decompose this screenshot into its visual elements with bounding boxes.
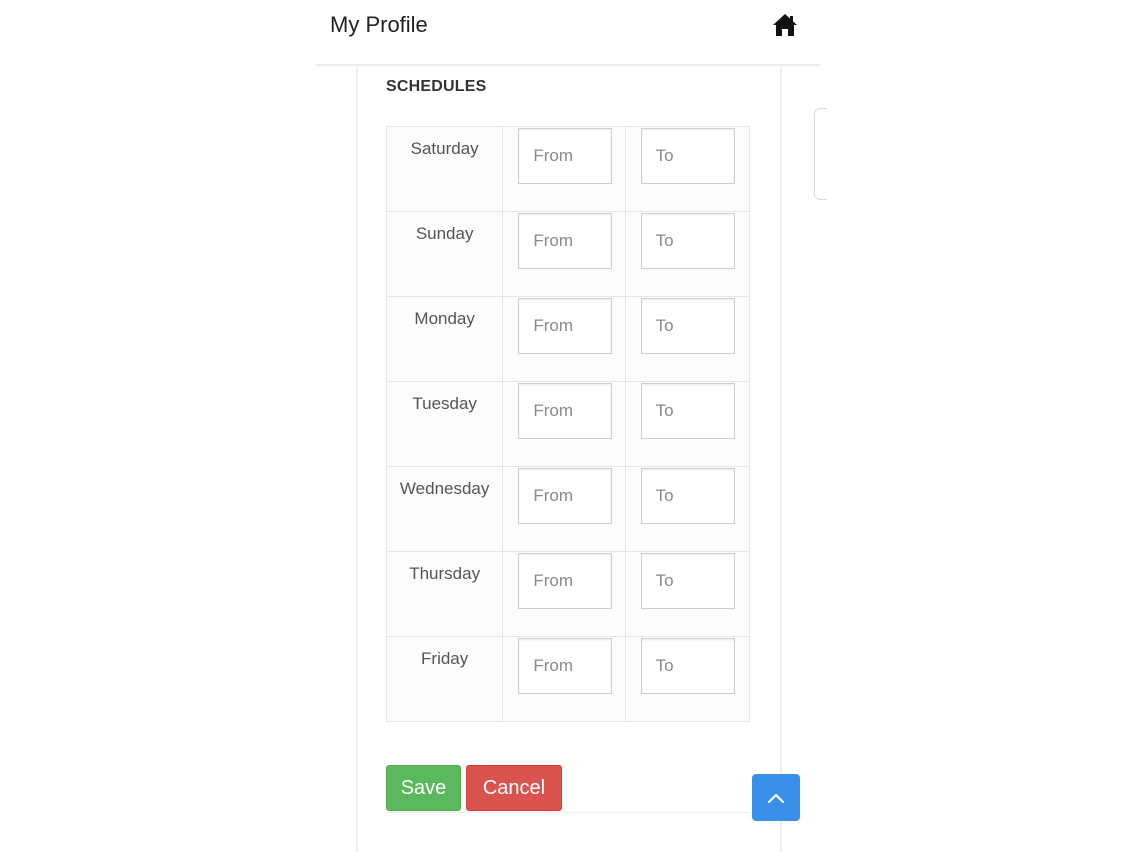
save-button[interactable]: Save [386, 765, 461, 811]
from-cell [502, 466, 626, 552]
schedule-row: Sunday [385, 211, 751, 297]
from-input[interactable] [518, 638, 613, 694]
schedule-row: Tuesday [385, 381, 751, 467]
from-cell [502, 211, 626, 297]
to-input[interactable] [640, 128, 735, 184]
home-icon[interactable] [772, 13, 798, 37]
section-title: SCHEDULES [386, 78, 487, 95]
day-label: Saturday [410, 139, 479, 158]
to-cell [624, 636, 751, 722]
cancel-button[interactable]: Cancel [466, 765, 562, 811]
schedule-row: Wednesday [385, 466, 751, 552]
schedule-row: Thursday [385, 551, 751, 637]
day-cell: Sunday [385, 211, 504, 297]
from-input[interactable] [518, 128, 613, 184]
to-cell [624, 211, 751, 297]
from-cell [502, 126, 626, 212]
day-label: Wednesday [399, 479, 490, 498]
to-cell [624, 551, 751, 637]
schedule-body: Saturday Sunday Monday Tuesday Wednesday [385, 126, 751, 722]
day-cell: Tuesday [385, 381, 504, 467]
day-label: Friday [421, 649, 469, 668]
from-cell [502, 381, 626, 467]
from-input[interactable] [518, 468, 613, 524]
day-cell: Thursday [385, 551, 504, 637]
to-cell [624, 466, 751, 552]
from-cell [502, 551, 626, 637]
schedule-row: Saturday [385, 126, 751, 212]
schedule-table: Saturday Sunday Monday Tuesday Wednesday [385, 126, 751, 722]
from-input[interactable] [518, 383, 613, 439]
page-title: My Profile [330, 12, 428, 37]
chevron-up-icon [767, 793, 785, 803]
from-input[interactable] [518, 298, 613, 354]
to-input[interactable] [640, 298, 735, 354]
from-input[interactable] [518, 213, 613, 269]
to-input[interactable] [640, 213, 735, 269]
scroll-to-top-button[interactable] [752, 774, 800, 821]
to-input[interactable] [640, 468, 735, 524]
to-cell [624, 296, 751, 382]
day-cell: Friday [385, 636, 504, 722]
to-cell [624, 381, 751, 467]
day-label: Monday [414, 309, 475, 328]
side-card-edge [814, 108, 827, 200]
from-cell [502, 636, 626, 722]
day-cell: Saturday [385, 126, 504, 212]
to-cell [624, 126, 751, 212]
day-label: Sunday [415, 224, 474, 243]
to-input[interactable] [640, 383, 735, 439]
viewport: My Profile SCHEDULES Saturday Sunday [0, 0, 1136, 852]
from-input[interactable] [518, 553, 613, 609]
to-input[interactable] [640, 553, 735, 609]
day-label: Tuesday [412, 394, 477, 413]
day-cell: Wednesday [385, 466, 504, 552]
schedule-row: Friday [385, 636, 751, 722]
app-header: My Profile [316, 0, 820, 66]
day-label: Thursday [409, 564, 481, 583]
to-input[interactable] [640, 638, 735, 694]
divider [386, 812, 750, 813]
from-cell [502, 296, 626, 382]
schedule-row: Monday [385, 296, 751, 382]
day-cell: Monday [385, 296, 504, 382]
